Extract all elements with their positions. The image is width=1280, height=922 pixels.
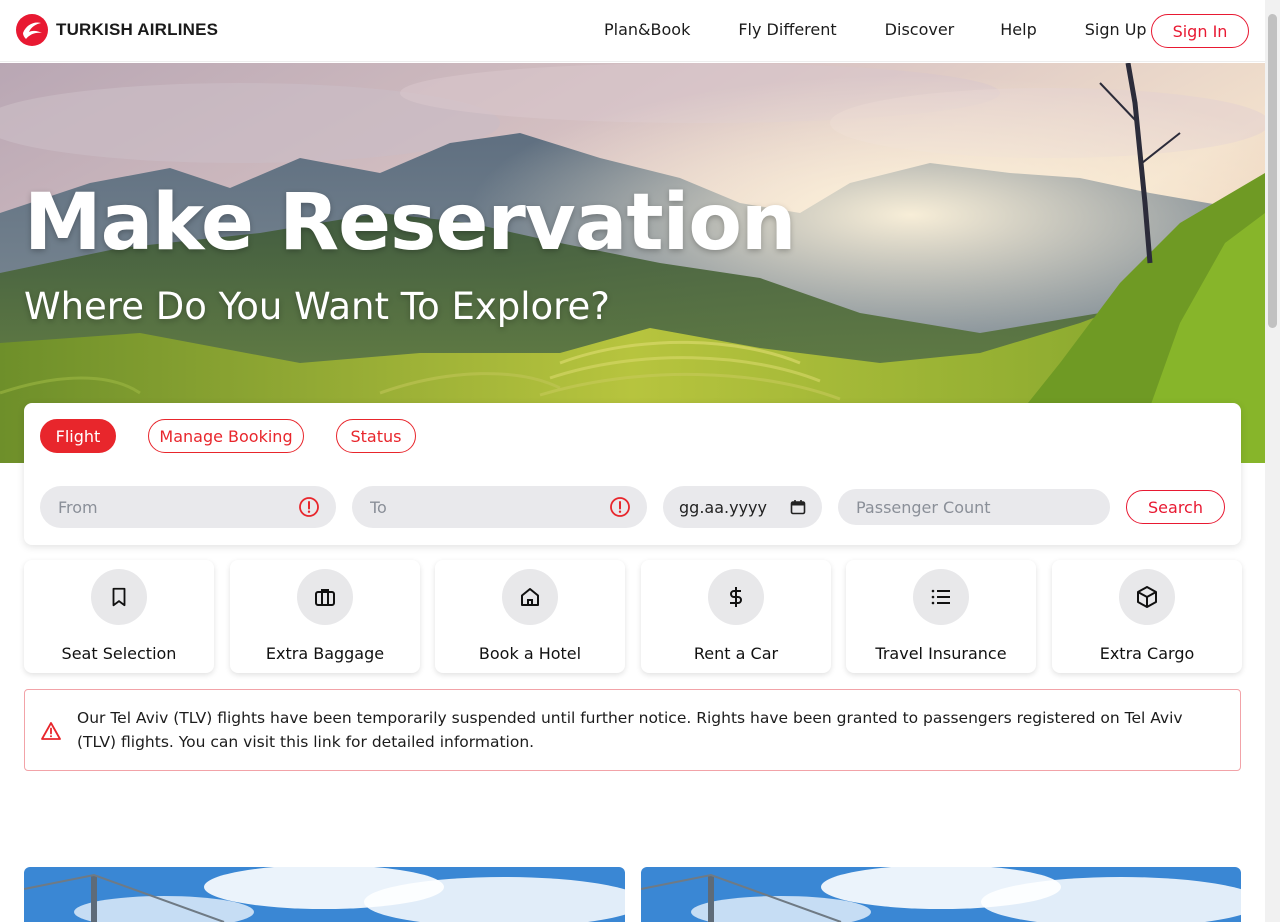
briefcase-icon <box>315 589 335 606</box>
service-label: Extra Baggage <box>265 644 385 663</box>
alert-notice: Our Tel Aviv (TLV) flights have been tem… <box>24 689 1241 771</box>
bridge-sky-image <box>24 867 625 922</box>
date-value: gg.aa.yyyy <box>679 497 767 517</box>
error-circle-icon <box>610 497 630 517</box>
service-label: Travel Insurance <box>875 644 1007 663</box>
search-button[interactable]: Search <box>1126 490 1225 524</box>
promo-image-left[interactable] <box>24 867 625 922</box>
brand-name: TURKISH AIRLINES <box>56 20 219 39</box>
booking-panel: Flight Manage Booking Status gg.aa.yyyy … <box>24 403 1241 545</box>
service-label: Book a Hotel <box>478 644 582 663</box>
nav-discover[interactable]: Discover <box>865 14 983 45</box>
list-icon <box>931 589 950 605</box>
nav-fly-different[interactable]: Fly Different <box>710 14 864 45</box>
service-card-travel-insurance[interactable]: Travel Insurance <box>846 560 1036 673</box>
package-icon <box>1137 586 1157 608</box>
service-card-rent-car[interactable]: Rent a Car <box>641 560 831 673</box>
bridge-sky-image <box>641 867 1241 922</box>
service-card-extra-cargo[interactable]: Extra Cargo <box>1052 560 1242 673</box>
bookmark-icon <box>112 587 126 607</box>
main-nav: Plan&Book Fly Different Discover Help Si… <box>584 14 1167 45</box>
nav-help[interactable]: Help <box>982 14 1064 45</box>
home-icon <box>521 588 539 606</box>
service-icon-circle <box>297 569 353 625</box>
nav-plan-book[interactable]: Plan&Book <box>584 14 710 45</box>
turkish-airlines-logo-icon <box>16 14 48 46</box>
tab-status[interactable]: Status <box>336 419 416 453</box>
service-icon-circle <box>913 569 969 625</box>
passenger-count-field[interactable] <box>838 489 1110 525</box>
service-icon-circle <box>502 569 558 625</box>
site-header: TURKISH AIRLINES Plan&Book Fly Different… <box>0 0 1265 62</box>
alert-message[interactable]: Our Tel Aviv (TLV) flights have been tem… <box>77 706 1216 754</box>
from-field[interactable] <box>40 486 336 528</box>
tab-flight[interactable]: Flight <box>40 419 116 453</box>
service-card-book-hotel[interactable]: Book a Hotel <box>435 560 625 673</box>
sign-in-button[interactable]: Sign In <box>1151 14 1249 48</box>
tab-manage-booking[interactable]: Manage Booking <box>148 419 304 453</box>
service-card-extra-baggage[interactable]: Extra Baggage <box>230 560 420 673</box>
scrollbar-thumb[interactable] <box>1268 14 1277 328</box>
to-input[interactable] <box>368 496 609 518</box>
service-icon-circle <box>91 569 147 625</box>
service-icon-circle <box>708 569 764 625</box>
passenger-count-input[interactable] <box>854 496 1094 518</box>
from-input[interactable] <box>56 496 298 518</box>
warning-triangle-icon <box>41 722 61 740</box>
error-circle-icon <box>299 497 319 517</box>
promo-image-right[interactable] <box>641 867 1241 922</box>
service-label: Seat Selection <box>61 644 177 663</box>
calendar-icon[interactable] <box>790 499 806 515</box>
service-card-seat-selection[interactable]: Seat Selection <box>24 560 214 673</box>
service-label: Extra Cargo <box>1099 644 1195 663</box>
to-field[interactable] <box>352 486 647 528</box>
service-label: Rent a Car <box>693 644 779 663</box>
date-field[interactable]: gg.aa.yyyy <box>663 486 822 528</box>
brand-logo[interactable]: TURKISH AIRLINES <box>16 14 218 46</box>
hero-title: Make Reservation <box>24 178 796 268</box>
service-icon-circle <box>1119 569 1175 625</box>
dollar-icon <box>730 587 742 607</box>
hero-subtitle: Where Do You Want To Explore? <box>24 285 610 328</box>
page-scrollbar[interactable] <box>1265 0 1280 922</box>
